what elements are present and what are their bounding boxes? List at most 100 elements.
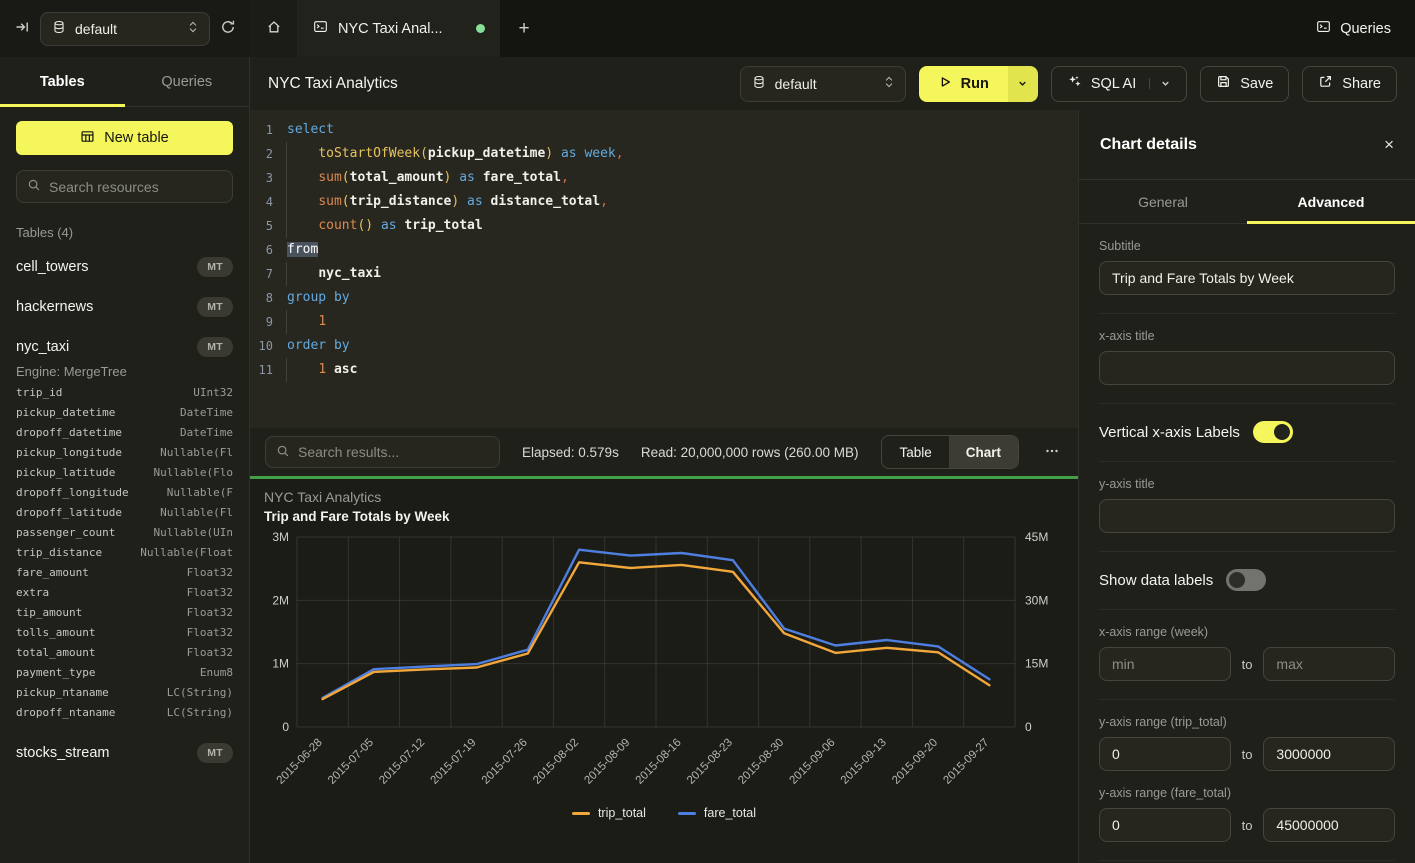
new-table-button[interactable]: New table — [16, 121, 233, 155]
column-name: pickup_longitude — [16, 446, 122, 459]
svg-text:2015-07-19: 2015-07-19 — [429, 737, 479, 787]
y-range-fare-row: to — [1099, 808, 1395, 842]
table-row[interactable]: hackernewsMT — [16, 293, 233, 320]
svg-text:1M: 1M — [272, 657, 289, 671]
close-panel-button[interactable]: × — [1384, 135, 1394, 155]
y-axis-title-label: y-axis title — [1099, 477, 1395, 491]
ellipsis-icon — [1044, 446, 1060, 462]
table-row[interactable]: cell_towersMT — [16, 253, 233, 280]
line-number: 11 — [250, 358, 286, 382]
sidebar-tab-tables[interactable]: Tables — [0, 57, 125, 106]
save-button-label: Save — [1240, 76, 1273, 92]
run-database-selector-value: default — [775, 76, 817, 92]
column-type: Enum8 — [200, 666, 233, 679]
column-row: tolls_amountFloat32 — [16, 626, 233, 646]
queries-link-label: Queries — [1340, 21, 1391, 37]
svg-text:45M: 45M — [1025, 530, 1048, 544]
run-button[interactable]: Run — [919, 66, 1008, 102]
legend-item[interactable]: trip_total — [572, 806, 646, 820]
table-name: nyc_taxi — [16, 339, 69, 355]
collapse-sidebar-button[interactable] — [14, 19, 30, 38]
console-icon — [1316, 19, 1331, 38]
query-tab-title: NYC Taxi Anal... — [338, 21, 443, 37]
query-tab[interactable]: NYC Taxi Anal... — [298, 0, 500, 57]
refresh-button[interactable] — [220, 19, 236, 38]
code-text: group by — [286, 286, 350, 310]
divider — [1099, 609, 1395, 610]
code-text: 1 — [286, 310, 326, 334]
new-tab-button[interactable]: + — [500, 0, 548, 57]
results-toolbar: Elapsed: 0.579s Read: 20,000,000 rows (2… — [250, 428, 1078, 476]
code-line: 4 sum(trip_distance) as distance_total, — [250, 190, 1078, 214]
column-type: Nullable(F — [167, 486, 233, 499]
vertical-x-labels-toggle[interactable] — [1253, 421, 1293, 443]
column-type: DateTime — [180, 426, 233, 439]
code-line: 2 toStartOfWeek(pickup_datetime) as week… — [250, 142, 1078, 166]
legend-item[interactable]: fare_total — [678, 806, 756, 820]
column-row: pickup_longitudeNullable(Fl — [16, 446, 233, 466]
code-text: order by — [286, 334, 350, 358]
center-column: 1select2 toStartOfWeek(pickup_datetime) … — [250, 110, 1078, 863]
save-button[interactable]: Save — [1200, 66, 1289, 102]
column-name: dropoff_longitude — [16, 486, 129, 499]
x-range-min-input[interactable] — [1099, 647, 1231, 681]
sidebar-tab-queries-label: Queries — [161, 74, 212, 90]
results-search-input[interactable] — [298, 444, 489, 460]
y-range-fare-max-input[interactable] — [1263, 808, 1395, 842]
panel-header: Chart details × — [1079, 110, 1415, 180]
sql-ai-button-label: SQL AI — [1091, 76, 1136, 92]
table-name: stocks_stream — [16, 745, 109, 761]
x-range-max-input[interactable] — [1263, 647, 1395, 681]
more-options-button[interactable] — [1041, 443, 1063, 462]
y-range-trip-min-input[interactable] — [1099, 737, 1231, 771]
home-button[interactable] — [250, 0, 298, 57]
show-data-labels-toggle[interactable] — [1226, 569, 1266, 591]
column-type: Nullable(Float — [140, 546, 233, 559]
console-icon — [313, 19, 328, 38]
queries-link[interactable]: Queries — [1292, 0, 1415, 57]
y-range-trip-max-input[interactable] — [1263, 737, 1395, 771]
panel-tab-advanced[interactable]: Advanced — [1247, 180, 1415, 223]
subtitle-input[interactable] — [1099, 261, 1395, 295]
column-name: extra — [16, 586, 49, 599]
run-button-group: Run — [919, 66, 1038, 102]
table-row[interactable]: nyc_taxi MT — [16, 333, 233, 360]
column-row: dropoff_longitude Nullable(F — [16, 486, 233, 506]
view-toggle-table-label: Table — [899, 445, 931, 460]
sql-editor[interactable]: 1select2 toStartOfWeek(pickup_datetime) … — [250, 110, 1078, 428]
tables-section-label: Tables (4) — [16, 225, 233, 240]
panel-tab-general-label: General — [1138, 194, 1188, 210]
column-row: total_amountFloat32 — [16, 646, 233, 666]
results-search — [265, 436, 500, 468]
database-selector[interactable]: default — [40, 12, 210, 46]
code-text: nyc_taxi — [286, 262, 381, 286]
rows-read-stats: Read: 20,000,000 rows (260.00 MB) — [641, 445, 859, 460]
sql-ai-options-button[interactable] — [1149, 78, 1171, 89]
svg-text:2015-08-16: 2015-08-16 — [634, 737, 684, 787]
plus-icon: + — [518, 18, 529, 40]
x-axis-title-input[interactable] — [1099, 351, 1395, 385]
share-button[interactable]: Share — [1302, 66, 1397, 102]
run-database-selector[interactable]: default — [740, 66, 906, 102]
resource-search-input[interactable] — [49, 179, 230, 195]
column-name: pickup_datetime — [16, 406, 115, 419]
y-range-fare-label: y-axis range (fare_total) — [1099, 786, 1395, 800]
view-toggle-table[interactable]: Table — [882, 436, 948, 468]
table-row[interactable]: stocks_streamMT — [16, 739, 233, 766]
sql-ai-button[interactable]: SQL AI — [1051, 66, 1187, 102]
y-range-fare-min-input[interactable] — [1099, 808, 1231, 842]
svg-text:2M: 2M — [272, 593, 289, 607]
sidebar: Tables Queries New table Tables (4) cell… — [0, 57, 250, 863]
panel-tab-general[interactable]: General — [1079, 180, 1247, 223]
line-number: 6 — [250, 238, 286, 262]
elapsed-time: Elapsed: 0.579s — [522, 445, 619, 460]
column-name: trip_id — [16, 386, 62, 399]
sidebar-tab-queries[interactable]: Queries — [125, 57, 250, 106]
y-axis-title-input[interactable] — [1099, 499, 1395, 533]
code-text: sum(trip_distance) as distance_total, — [286, 190, 608, 214]
database-selector-value: default — [75, 21, 117, 37]
svg-text:3M: 3M — [272, 530, 289, 544]
engine-badge: MT — [197, 337, 233, 357]
run-options-button[interactable] — [1008, 66, 1038, 102]
view-toggle-chart[interactable]: Chart — [949, 436, 1018, 468]
